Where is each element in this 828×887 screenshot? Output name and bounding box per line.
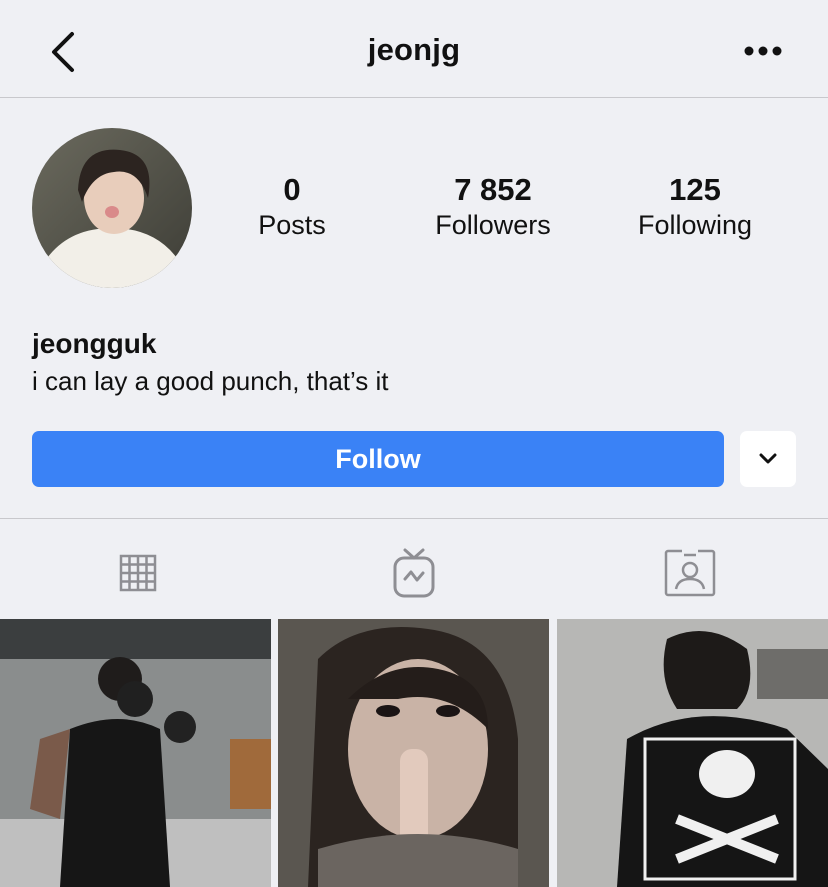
tab-igtv[interactable] (384, 545, 444, 601)
stat-followers-label: Followers (435, 210, 551, 240)
stat-posts-label: Posts (258, 210, 326, 240)
tagged-icon (664, 549, 716, 597)
tab-tagged[interactable] (660, 545, 720, 601)
stat-posts-value: 0 (283, 172, 301, 207)
stat-following[interactable]: 125 Following (610, 172, 780, 242)
grid-icon (119, 554, 157, 592)
stat-followers-value: 7 852 (454, 172, 532, 207)
stat-posts[interactable]: 0 Posts (207, 172, 377, 242)
post-thumbnail[interactable] (278, 619, 549, 887)
post-thumbnail[interactable] (0, 619, 271, 887)
stat-following-value: 125 (669, 172, 721, 207)
suggestions-dropdown-button[interactable] (740, 431, 796, 487)
divider (0, 518, 828, 519)
ellipsis-icon (744, 46, 782, 56)
stat-followers[interactable]: 7 852 Followers (408, 172, 578, 242)
tab-posts-grid[interactable] (108, 545, 168, 601)
follow-button[interactable]: Follow (32, 431, 724, 487)
top-bar: jeonjg (0, 0, 828, 98)
more-options-button[interactable] (740, 36, 786, 66)
chevron-down-icon (759, 453, 777, 464)
page-title: jeonjg (367, 32, 461, 67)
igtv-icon (393, 548, 435, 598)
stat-following-label: Following (637, 210, 753, 240)
avatar[interactable] (32, 128, 192, 288)
profile-name: jeongguk (32, 328, 157, 359)
profile-bio: i can lay a good punch, that’s it (32, 366, 389, 396)
post-thumbnail[interactable] (557, 619, 828, 887)
